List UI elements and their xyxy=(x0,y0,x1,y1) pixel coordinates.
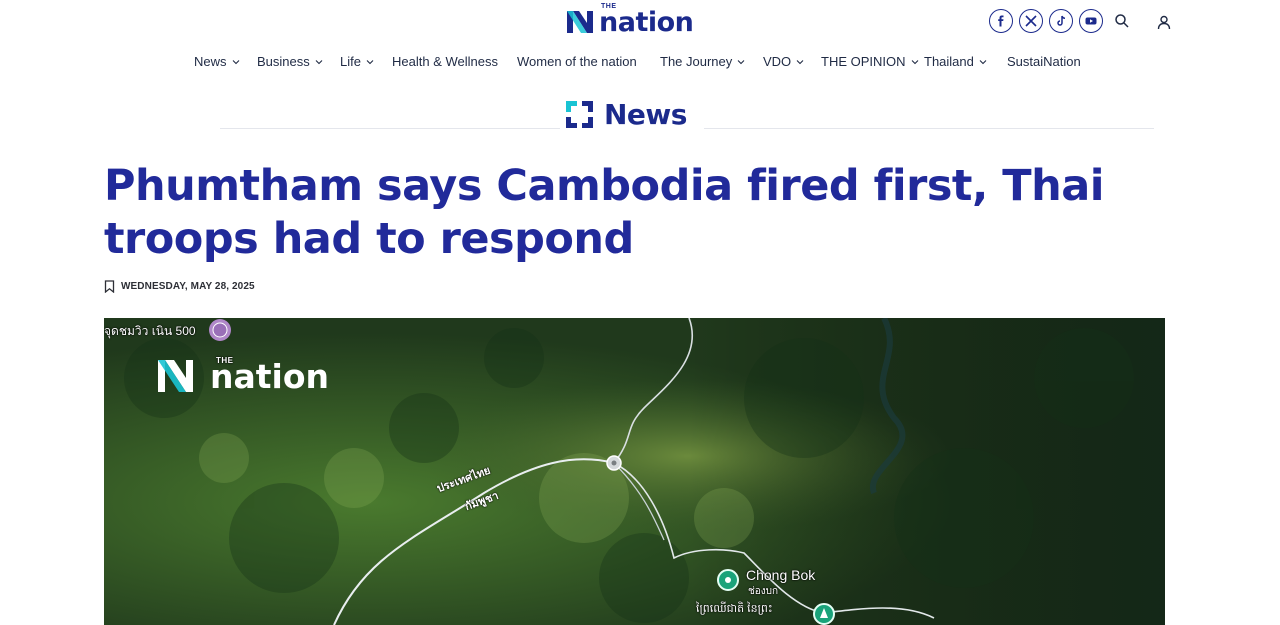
nav-item-news[interactable]: News xyxy=(194,54,240,69)
chevron-down-icon xyxy=(979,59,987,64)
chevron-down-icon xyxy=(911,59,918,64)
nav-item-women-of-the-nation[interactable]: Women of the nation xyxy=(517,54,637,69)
chevron-down-icon xyxy=(737,59,745,64)
section-bracket-icon xyxy=(566,100,593,128)
chevron-down-icon xyxy=(315,59,323,64)
nav-item-the-journey[interactable]: The Journey xyxy=(660,54,745,69)
map-label-place-km: ព្រៃឈើជាតិ នៃព្រះ xyxy=(696,603,773,615)
search-icon[interactable] xyxy=(1114,13,1130,29)
nav-item-label: Thailand xyxy=(924,54,974,69)
user-icon[interactable] xyxy=(1156,14,1172,30)
nav-item-vdo[interactable]: VDO xyxy=(763,54,804,69)
nav-item-business[interactable]: Business xyxy=(257,54,323,69)
nav-item-label: Health & Wellness xyxy=(392,54,498,69)
section-header: News xyxy=(560,96,704,132)
logo-the-text: THE xyxy=(601,3,617,10)
nav-item-label: THE OPINION xyxy=(821,54,906,69)
main-nav: News Business Life Health & Wellness Wom… xyxy=(0,54,1280,72)
nav-item-life[interactable]: Life xyxy=(340,54,374,69)
logo-wordmark: nation xyxy=(599,7,694,38)
x-twitter-icon[interactable] xyxy=(1019,9,1043,33)
nav-item-label: The Journey xyxy=(660,54,733,69)
chevron-down-icon xyxy=(796,59,804,64)
article-date: WEDNESDAY, MAY 28, 2025 xyxy=(121,280,255,292)
article-hero-image: จุดชมวิว เนิน 500 THE nation ประเทศไทย ก… xyxy=(104,318,1165,625)
social-links xyxy=(989,9,1103,33)
nav-item-label: Life xyxy=(340,54,361,69)
nav-item-thailand[interactable]: Thailand xyxy=(924,54,987,69)
tiktok-icon[interactable] xyxy=(1049,9,1073,33)
nav-item-the-opinion[interactable]: THE OPINION xyxy=(821,54,919,69)
nav-item-label: News xyxy=(194,54,227,69)
youtube-icon[interactable] xyxy=(1079,9,1103,33)
map-label-place-th: ช่องบก xyxy=(748,586,779,597)
nav-item-label: SustaiNation xyxy=(1007,54,1081,69)
watermark-wordmark: nation xyxy=(210,357,330,396)
nav-item-label: Women of the nation xyxy=(517,54,637,69)
map-label-place-en: Chong Bok xyxy=(746,567,816,583)
chevron-down-icon xyxy=(232,59,239,64)
bookmark-icon[interactable] xyxy=(104,279,115,293)
article-meta: WEDNESDAY, MAY 28, 2025 xyxy=(104,279,255,293)
nav-item-health-wellness[interactable]: Health & Wellness xyxy=(392,54,498,69)
nav-item-label: VDO xyxy=(763,54,792,69)
nav-item-label: Business xyxy=(257,54,310,69)
nation-logo-icon xyxy=(567,11,593,33)
facebook-icon[interactable] xyxy=(989,9,1013,33)
article-headline: Phumtham says Cambodia fired first, Thai… xyxy=(104,161,1104,264)
section-title: News xyxy=(604,97,687,131)
nav-item-sustaination[interactable]: SustaiNation xyxy=(1007,54,1081,69)
map-label-viewpoint: จุดชมวิว เนิน 500 xyxy=(104,324,196,338)
chevron-down-icon xyxy=(366,59,374,64)
site-logo[interactable]: THE nation xyxy=(565,3,694,38)
